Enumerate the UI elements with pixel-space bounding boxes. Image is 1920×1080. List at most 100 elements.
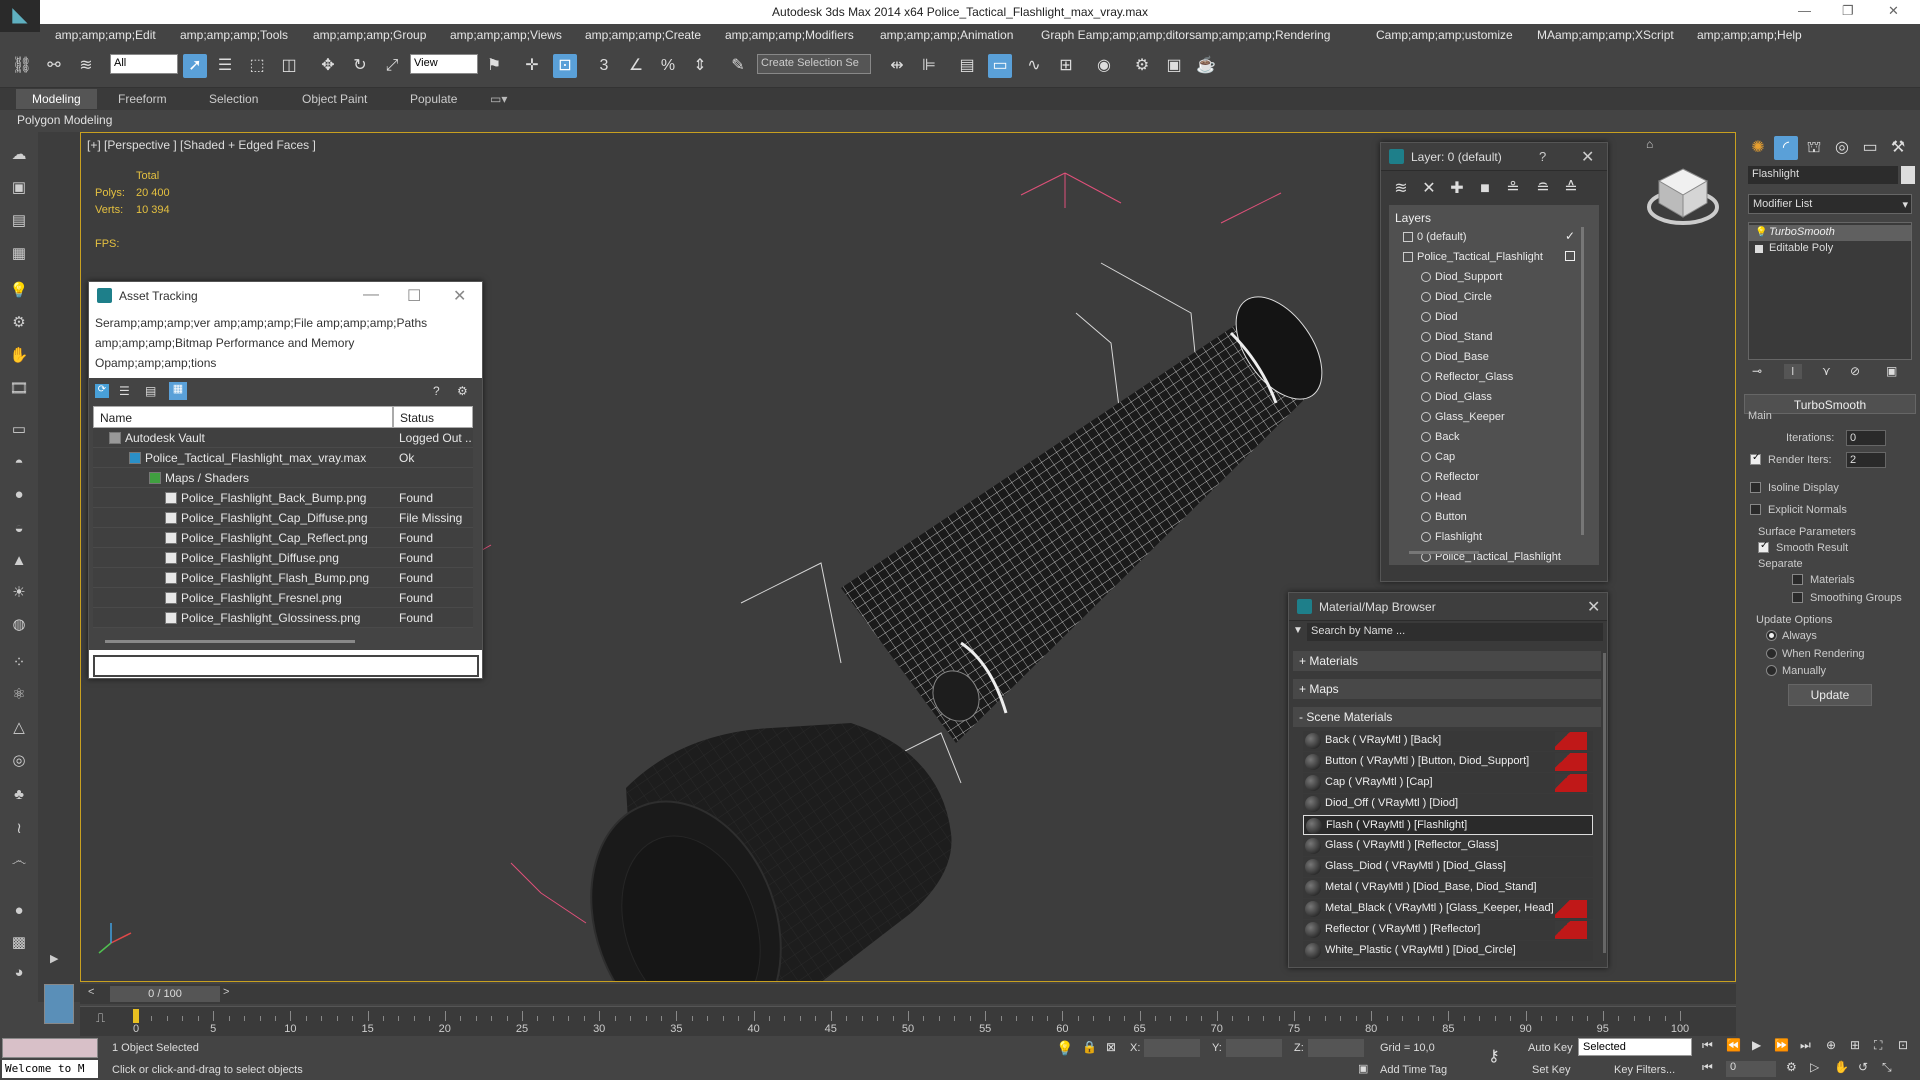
remove-modifier-icon[interactable]: ⊘ <box>1850 364 1860 378</box>
asset-tracking-titlebar[interactable]: Asset Tracking — ☐ ✕ <box>89 282 482 310</box>
key-mode-toggle-icon[interactable]: ⏮ <box>1702 1060 1713 1075</box>
help-icon[interactable]: ? <box>433 384 440 398</box>
mini-listener-icon[interactable] <box>44 984 74 1024</box>
configure-sets-icon[interactable]: ▣ <box>1886 364 1897 378</box>
update-rendering-radio[interactable] <box>1766 648 1777 659</box>
material-item[interactable]: Glass ( VRayMtl ) [Reflector_Glass] <box>1303 836 1593 856</box>
at-maximize-button[interactable]: ☐ <box>407 286 421 306</box>
settings-icon[interactable]: ⚙ <box>457 384 468 398</box>
menu-views[interactable]: amp;amp;amp;Views <box>450 28 562 42</box>
table-view-icon[interactable]: ▤ <box>145 384 156 398</box>
object-icon[interactable] <box>1421 412 1431 422</box>
layer-close-button[interactable]: ✕ <box>1581 147 1594 167</box>
render-setup-icon[interactable]: ⚙ <box>1130 54 1154 78</box>
mb-group-materials[interactable]: + Materials <box>1293 651 1601 671</box>
pin-stack-icon[interactable]: ⊸ <box>1752 364 1762 378</box>
rendered-frame-icon[interactable]: ▣ <box>1162 54 1186 78</box>
layer-item[interactable]: Cap <box>1435 447 1455 467</box>
create-tab-icon[interactable]: ✺ <box>1746 136 1770 160</box>
unlink-icon[interactable]: ⚯ <box>42 54 66 78</box>
maximize-viewport-icon[interactable]: ⊡ <box>1898 1038 1908 1052</box>
set-key-button[interactable]: Set Key <box>1532 1064 1571 1076</box>
set-current-layer-icon[interactable] <box>1565 251 1575 261</box>
new-layer-icon[interactable]: ✚ <box>1445 177 1469 201</box>
ribbon-options-icon[interactable]: ▭▾ <box>490 92 507 106</box>
menu-graph-editors[interactable]: Graph Eamp;amp;amp;ditors <box>1041 28 1195 42</box>
material-item[interactable]: Diod_Off ( VRayMtl ) [Diod] <box>1303 794 1593 814</box>
tab-freeform[interactable]: Freeform <box>118 92 167 106</box>
object-icon[interactable] <box>1421 372 1431 382</box>
material-item[interactable]: Glass_Diod ( VRayMtl ) [Diod_Glass] <box>1303 857 1593 877</box>
sun-icon[interactable]: ☀ <box>8 582 30 604</box>
stack-item-editable-poly[interactable]: Editable Poly <box>1749 241 1911 257</box>
object-icon[interactable] <box>1421 472 1431 482</box>
manipulate-icon[interactable]: ✛ <box>520 54 544 78</box>
smoothing-groups-checkbox[interactable] <box>1792 592 1803 603</box>
object-icon[interactable] <box>1421 432 1431 442</box>
layer-help-button[interactable]: ? <box>1539 149 1546 164</box>
utilities-tab-icon[interactable]: ⚒ <box>1886 136 1910 160</box>
orbit-icon[interactable]: ↺ <box>1858 1060 1868 1074</box>
stack-item-turbosmooth[interactable]: TurboSmooth <box>1749 225 1911 241</box>
layer-item[interactable]: Back <box>1435 427 1459 447</box>
minimize-button[interactable]: — <box>1798 3 1811 18</box>
edit-named-sel-icon[interactable]: ✎ <box>726 54 750 78</box>
particles-icon[interactable]: ⁘ <box>8 652 30 674</box>
menu-rendering[interactable]: amp;amp;amp;Rendering <box>1195 28 1330 42</box>
key-mode-dropdown[interactable]: Selected <box>1578 1038 1692 1056</box>
isolate-icon[interactable]: 💡 <box>1056 1040 1073 1057</box>
schematic-view-icon[interactable]: ⊞ <box>1054 54 1078 78</box>
select-in-layer-icon[interactable]: ≗ <box>1501 177 1525 201</box>
track-view-icon[interactable]: ⎍ <box>96 1010 105 1026</box>
maxscript-listener-pink[interactable] <box>2 1038 98 1058</box>
hemisphere-icon[interactable]: ◓ <box>8 452 30 474</box>
pan-icon[interactable]: ✋ <box>1834 1060 1849 1074</box>
material-item[interactable]: Metal_Black ( VRayMtl ) [Glass_Keeper, H… <box>1303 899 1593 919</box>
box-icon[interactable]: ▤ <box>8 210 30 232</box>
motion-tab-icon[interactable]: ◎ <box>1830 136 1854 160</box>
menu-tools[interactable]: amp;amp;amp;Tools <box>180 28 288 42</box>
add-time-tag[interactable]: Add Time Tag <box>1380 1064 1447 1076</box>
layer-icon[interactable] <box>1403 232 1413 242</box>
explicit-normals-checkbox[interactable] <box>1750 504 1761 515</box>
object-icon[interactable] <box>1421 312 1431 322</box>
object-icon[interactable] <box>1421 532 1431 542</box>
at-menu-row3[interactable]: Opamp;amp;amp;tions <box>95 356 216 370</box>
object-color-swatch[interactable] <box>1901 166 1915 184</box>
menu-modifiers[interactable]: amp;amp;amp;Modifiers <box>725 28 854 42</box>
lock-icon[interactable]: 🔒 <box>1082 1040 1097 1054</box>
layer-item[interactable]: Police_Tactical_Flashlight <box>1435 547 1561 567</box>
play-icon[interactable]: ▶ <box>1752 1038 1761 1052</box>
menu-maxscript[interactable]: MAamp;amp;amp;XScript <box>1537 28 1674 42</box>
walkthrough-icon[interactable]: ⤡ <box>1882 1060 1892 1075</box>
teapot-icon[interactable]: ☁ <box>8 144 30 166</box>
at-minimize-button[interactable]: — <box>363 286 379 304</box>
active-layer-check-icon[interactable]: ✓ <box>1565 229 1575 243</box>
current-frame-marker[interactable] <box>133 1009 139 1023</box>
mb-group-maps[interactable]: + Maps <box>1293 679 1601 699</box>
percent-snap-icon[interactable]: % <box>656 54 680 78</box>
prev-frame-icon[interactable]: < <box>88 986 94 998</box>
menu-help[interactable]: amp;amp;amp;Help <box>1697 28 1802 42</box>
menu-create[interactable]: amp;amp;amp;Create <box>585 28 701 42</box>
view-cube[interactable] <box>1647 161 1719 233</box>
goto-start-icon[interactable]: ⏮ <box>1702 1038 1713 1053</box>
freeze-layer-icon[interactable]: ≙ <box>1559 177 1583 201</box>
pivot-icon[interactable]: ⚑ <box>482 54 506 78</box>
molecule-icon[interactable]: ⚛ <box>8 684 30 706</box>
snap-3d-icon[interactable]: 3 <box>592 54 616 78</box>
object-icon[interactable] <box>1421 272 1431 282</box>
tab-selection[interactable]: Selection <box>209 92 258 106</box>
material-item[interactable]: Flash ( VRayMtl ) [Flashlight] <box>1303 815 1593 835</box>
smooth-result-checkbox[interactable] <box>1758 540 1769 553</box>
close-button[interactable]: ✕ <box>1888 3 1899 19</box>
mb-search-input[interactable]: Search by Name ... <box>1307 623 1603 641</box>
angle-snap-icon[interactable]: ∠ <box>624 54 648 78</box>
material-editor-icon[interactable]: ◉ <box>1092 54 1116 78</box>
menu-customize[interactable]: Camp;amp;amp;ustomize <box>1376 28 1513 42</box>
modify-tab-icon[interactable]: ◜ <box>1774 136 1798 160</box>
render-iters-checkbox[interactable] <box>1750 452 1761 465</box>
plant-icon[interactable]: ♣ <box>8 784 30 806</box>
gear-icon[interactable]: ⚙ <box>8 312 30 334</box>
layer-scrollbar[interactable] <box>1581 227 1584 535</box>
